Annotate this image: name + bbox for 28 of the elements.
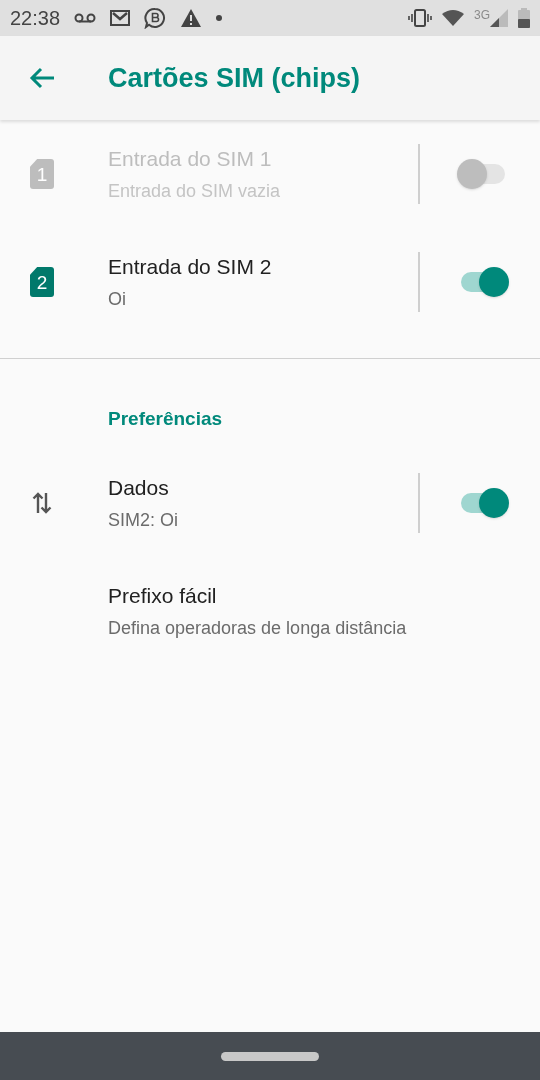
setting-summary: Oi	[108, 288, 127, 312]
setting-title: Entrada do SIM 2	[108, 253, 273, 280]
setting-row[interactable]: 2 Entrada do SIM 2 Oi	[0, 228, 540, 336]
sim-card-icon: 2	[30, 267, 54, 297]
setting-title: Entrada do SIM 1	[108, 145, 273, 172]
back-icon	[29, 67, 55, 89]
setting-summary: Defina operadoras de longa distância	[108, 617, 408, 641]
vibrate-icon	[408, 9, 432, 27]
network-type: 3G	[474, 9, 490, 21]
mail-icon	[110, 10, 131, 26]
chat-bubble-icon	[144, 7, 167, 29]
screen-title: Cartões SIM (chips)	[108, 61, 361, 95]
sim-card-icon: 1	[30, 159, 54, 189]
setting-title: Prefixo fácil	[108, 582, 218, 609]
home-handle[interactable]	[221, 1051, 319, 1061]
setting-summary: SIM2: Oi	[108, 509, 179, 533]
wifi-icon	[442, 10, 464, 26]
battery-icon	[518, 8, 530, 28]
data-transfer-icon	[32, 491, 52, 515]
section-header: Preferências	[108, 406, 223, 431]
warning-icon	[180, 8, 203, 28]
setting-row[interactable]: Dados SIM2: Oi	[0, 449, 540, 557]
dot-icon	[216, 15, 223, 21]
voicemail-icon	[74, 12, 97, 24]
setting-title: Dados	[108, 474, 170, 501]
setting-row[interactable]: Prefixo fácil Defina operadoras de longa distância	[0, 557, 540, 665]
status-time: 22:38	[10, 6, 61, 31]
signal-icon	[490, 9, 508, 27]
